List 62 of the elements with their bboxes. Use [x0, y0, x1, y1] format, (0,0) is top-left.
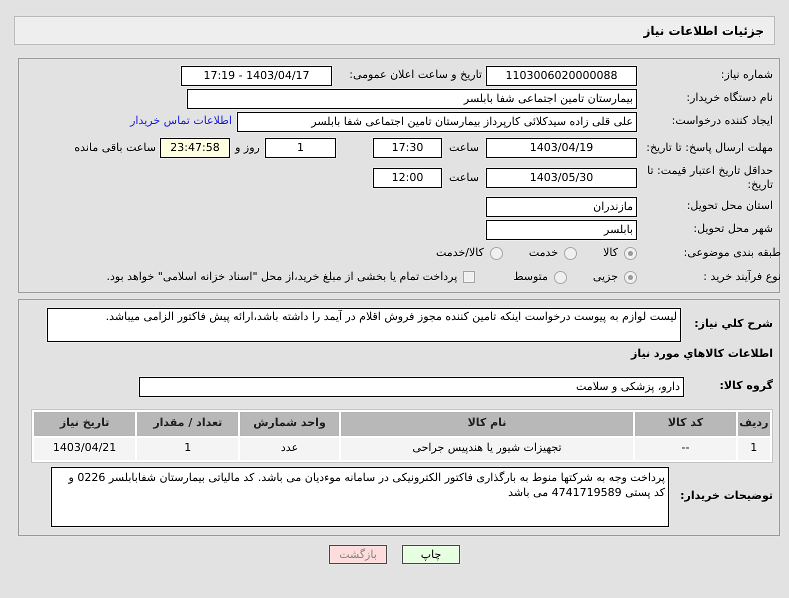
field-label: نام دستگاه خریدار: [685, 90, 773, 106]
field-label: مهلت ارسال پاسخ: تا تاریخ: [645, 141, 773, 155]
option-label: کالا/خدمت [436, 244, 484, 261]
radio-button[interactable] [554, 270, 567, 284]
column-header: کد کالا [635, 412, 736, 436]
field-label: ایجاد کننده درخواست: [670, 113, 773, 130]
field-label: توضیحات خریدار: [679, 488, 773, 504]
option-label: متوسط [513, 268, 548, 285]
text-field[interactable]: بیمارستان تامین اجتماعی شفا بابلسر [187, 88, 637, 108]
text-field[interactable]: علی قلی زاده سیدکلائی کارپرداز بیمارستان تامین اجتماعی شفا بابلسر [237, 112, 637, 132]
buyer-notes-box[interactable]: پرداخت وجه به شرکتها منوط به بارگذاری فاکتور الکترونیکی در سامانه موءدیان می باشد. کد مالیاتی بیمارستان شفابابلسر 0226 و کد پستی 4741719589 می باشد [51, 466, 669, 526]
field-label: تاریخ و ساعت اعلان عمومی: [348, 67, 482, 84]
field-label: شماره نیاز: [720, 67, 773, 84]
table-cell: عدد [240, 438, 339, 460]
label: ساعت [448, 140, 480, 156]
option-label: خدمت [528, 244, 558, 261]
field-label: نوع فرآیند خرید : [702, 268, 781, 285]
text-field[interactable]: 1 [265, 138, 336, 158]
label: ساعت باقی مانده [74, 140, 156, 156]
text-field[interactable]: 1403/04/17 - 17:19 [181, 66, 332, 86]
text-field[interactable]: 17:30 [373, 138, 442, 158]
table-cell: 1 [137, 438, 238, 460]
label: روز و [234, 140, 261, 156]
page-title: جزئیات اطلاعات نیاز [643, 22, 764, 40]
field-label: شهر محل تحویل: [692, 221, 773, 238]
radio-button[interactable] [624, 270, 637, 284]
print-button[interactable]: چاپ [402, 544, 460, 564]
text-field[interactable]: 1403/05/30 [486, 168, 637, 188]
notes-line: کد پستی 4741719589 می باشد [507, 484, 665, 500]
table-cell: تجهیزات شیور یا هندپیس جراحی [340, 438, 634, 460]
text-field[interactable]: مازندران [486, 196, 637, 216]
text-field[interactable]: 1103006020000088 [486, 66, 637, 86]
radio-button[interactable] [490, 246, 503, 260]
field-label: طبقه بندی موضوعی: [682, 244, 781, 261]
table-cell: 1 [738, 438, 770, 460]
radio-button[interactable] [564, 246, 578, 260]
text-field[interactable]: 23:47:58 [160, 138, 230, 158]
column-header: واحد شمارش [240, 412, 339, 436]
column-header: ردیف [738, 412, 770, 436]
text-field[interactable]: 1403/04/19 [486, 138, 637, 158]
label: ساعت [448, 170, 480, 186]
description-box[interactable]: لیست لوازم به پیوست درخواست اینکه تامین کننده مجوز فروش اقلام در آیمد را داشته باشد،ارائه پیش فاکتور الزامی میباشد. [47, 308, 681, 342]
field-label: استان محل تحویل: [686, 198, 773, 214]
field-label: حداقل تاریخ اعتبار قیمت: تا تاریخ: [646, 164, 773, 192]
notes-line: پرداخت وجه به شرکتها منوط به بارگذاری فاکتور الکترونیکی در سامانه موءدیان می باشد. کد مالیاتی بیمارستان شفابابلسر 0226 و [67, 470, 665, 484]
contact-link[interactable]: اطلاعات تماس خریدار [130, 113, 232, 130]
text-field[interactable]: دارو، پزشکی و سلامت [139, 376, 684, 396]
field-label: شرح کلي نیاز: [693, 316, 773, 332]
column-header: تعداد / مقدار [137, 412, 238, 436]
column-header: نام کالا [340, 412, 634, 436]
checkbox[interactable] [463, 271, 476, 283]
text-field[interactable]: بابلسر [486, 220, 637, 240]
payment-note: پرداخت تمام یا بخشی از مبلغ خرید،از محل "اسناد خزانه اسلامی" خواهد بود. [106, 268, 458, 285]
text-field[interactable]: 12:00 [373, 168, 442, 188]
column-header: تاریخ نیاز [34, 412, 136, 436]
table-cell: -- [635, 438, 736, 460]
field-label: گروه کالا: [718, 378, 773, 394]
option-label: جزیی [592, 268, 618, 285]
table-cell: 1403/04/21 [34, 438, 136, 460]
radio-button[interactable] [624, 246, 637, 260]
option-label: کالا [603, 244, 618, 261]
section-heading: اطلاعات کالاهاي مورد نیاز [631, 347, 773, 360]
